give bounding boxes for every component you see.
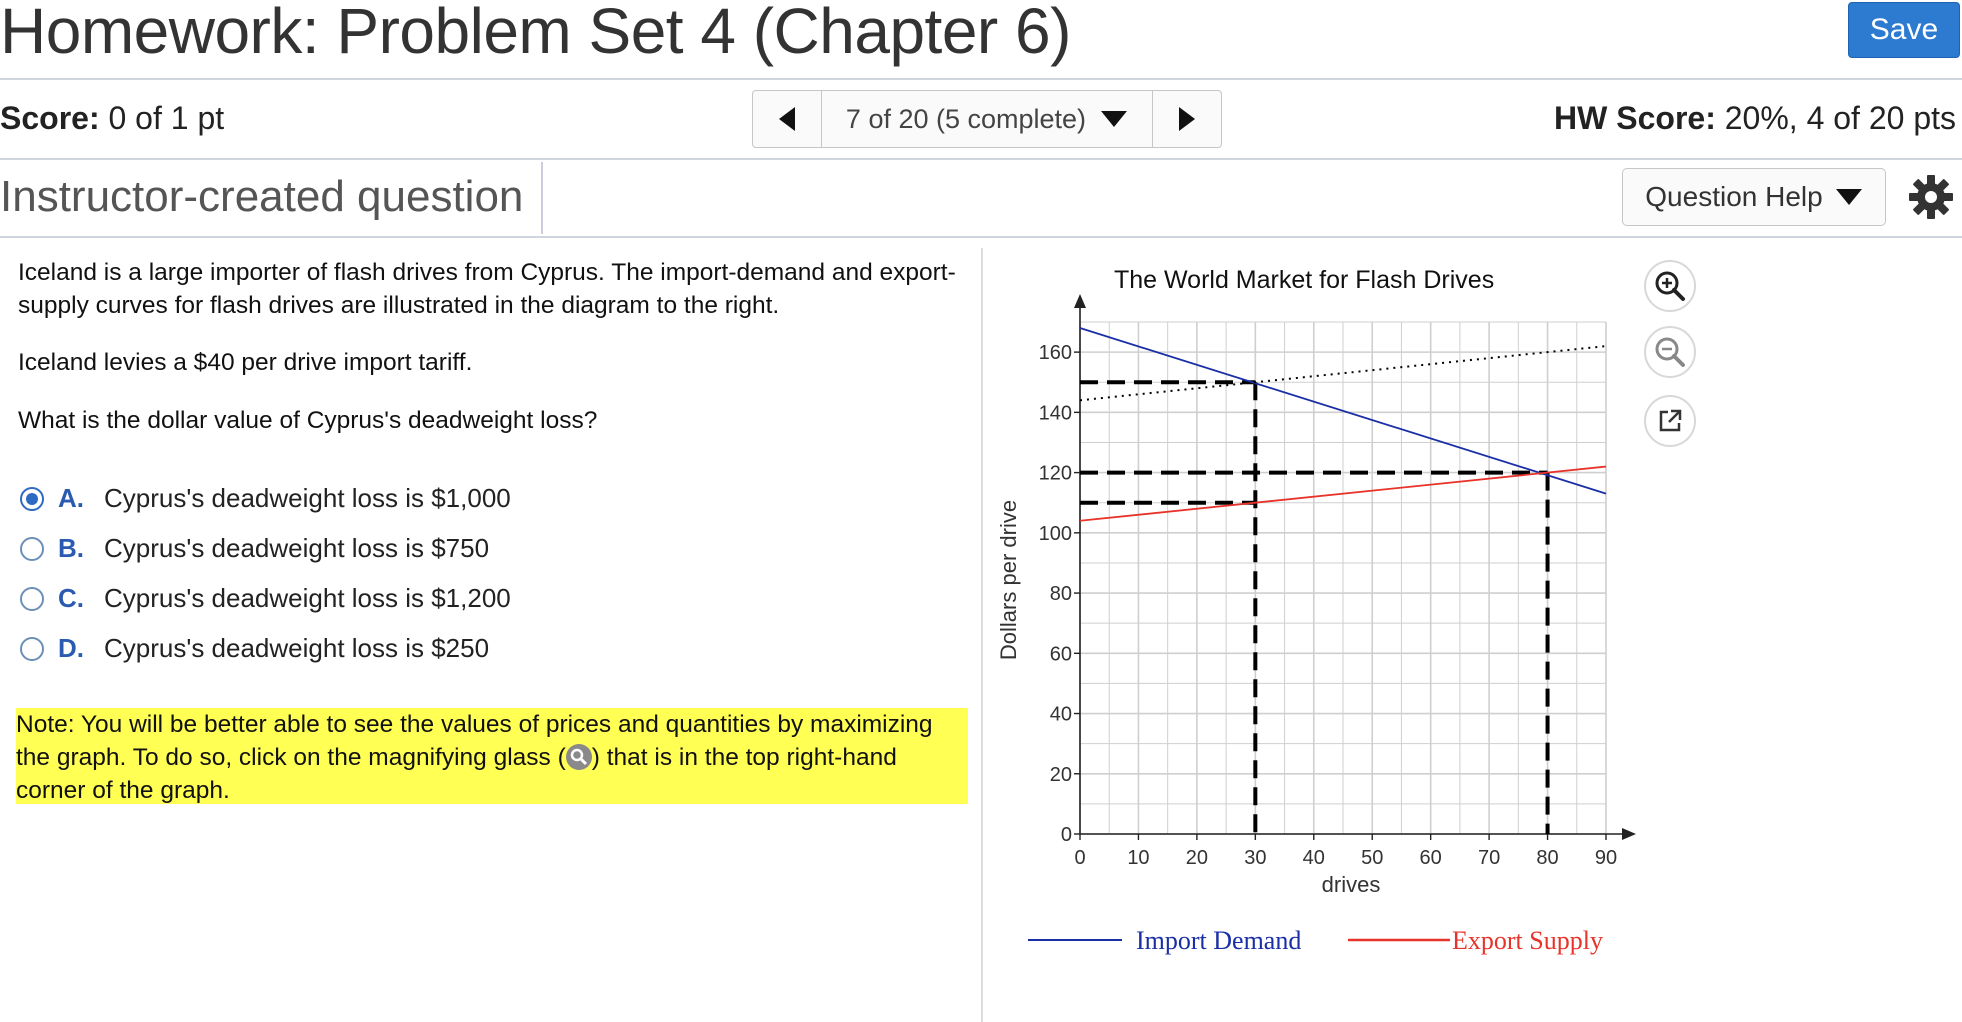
x-axis-label: drives xyxy=(1322,872,1381,897)
y-tick-label: 120 xyxy=(1039,463,1072,485)
y-tick-label: 20 xyxy=(1050,764,1072,786)
y-tick-label: 60 xyxy=(1050,643,1072,665)
x-tick-label: 40 xyxy=(1303,847,1325,869)
y-tick-label: 140 xyxy=(1039,402,1072,424)
x-tick-label: 0 xyxy=(1074,847,1085,869)
x-tick-label: 60 xyxy=(1420,847,1442,869)
world-market-chart: 0 10 20 30 40 50 60 70 80 90 0 20 40 60 80 100 120 140 160… xyxy=(996,294,1636,955)
x-tick-label: 90 xyxy=(1595,847,1617,869)
y-tick-label: 0 xyxy=(1061,824,1072,846)
y-tick-label: 100 xyxy=(1039,523,1072,545)
legend-label-export-supply: Export Supply xyxy=(1452,926,1603,955)
y-axis-label: Dollars per drive xyxy=(996,500,1021,660)
x-tick-label: 20 xyxy=(1186,847,1208,869)
x-tick-label: 80 xyxy=(1536,847,1558,869)
x-axis-arrow xyxy=(1622,828,1636,840)
y-tick-label: 80 xyxy=(1050,583,1072,605)
x-tick-label: 30 xyxy=(1244,847,1266,869)
y-axis-arrow xyxy=(1074,294,1086,308)
x-tick-label: 70 xyxy=(1478,847,1500,869)
x-tick-label: 50 xyxy=(1361,847,1383,869)
y-tick-label: 40 xyxy=(1050,704,1072,726)
y-tick-label: 160 xyxy=(1039,342,1072,364)
x-tick-label: 10 xyxy=(1127,847,1149,869)
legend-label-import-demand: Import Demand xyxy=(1136,926,1301,955)
